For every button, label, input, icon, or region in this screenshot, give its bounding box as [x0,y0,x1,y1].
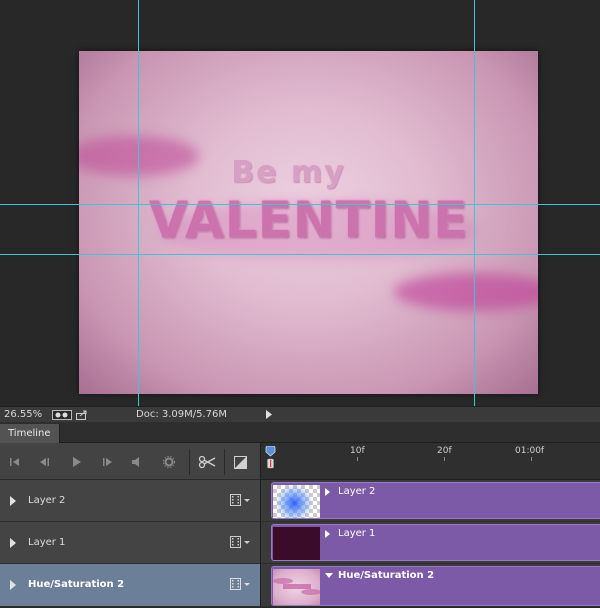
document-canvas-area[interactable]: Be my VALENTINE [0,0,600,406]
clip-layer-2[interactable]: Layer 2 [271,482,600,519]
status-menu-arrow-icon[interactable] [266,410,272,422]
clip-thumbnail [273,527,320,560]
playhead-icon[interactable] [265,446,276,476]
transition-icon[interactable] [233,455,247,469]
artwork-subtitle: Be my [231,155,346,190]
divider [224,449,225,475]
clip-label: Layer 1 [338,528,376,539]
glitter-right [394,273,538,311]
clip-hue-saturation-2[interactable]: Hue/Saturation 2 [271,566,600,606]
clip-thumbnail [273,485,320,518]
horizontal-guide[interactable] [0,254,600,255]
document-profile-icon[interactable] [52,410,72,420]
share-icon[interactable] [76,410,88,420]
ruler-label: 01:00f [515,446,545,456]
previous-frame-icon[interactable] [38,455,52,469]
expand-triangle-icon[interactable] [10,538,16,548]
artwork-image: Be my VALENTINE [79,51,538,394]
horizontal-guide[interactable] [0,204,600,205]
zoom-level[interactable]: 26.55% [4,409,42,420]
ruler-tick [357,457,358,461]
go-to-first-frame-icon[interactable] [8,455,22,469]
panel-tab-strip: Timeline [0,422,600,443]
layer-name: Layer 2 [28,495,66,506]
tab-timeline[interactable]: Timeline [0,424,60,443]
vertical-guide[interactable] [474,0,475,406]
clip-layer-1[interactable]: Layer 1 [271,524,600,561]
track-layer-1: Layer 1 [260,522,600,564]
layer-row-hue-saturation-2[interactable]: Hue/Saturation 2 [0,564,260,607]
film-menu-icon[interactable] [230,536,252,548]
track-layer-2: Layer 2 [260,480,600,522]
divider [189,449,190,475]
film-menu-icon[interactable] [230,578,252,590]
ruler-tick [531,457,532,461]
play-icon[interactable] [70,455,84,469]
playback-controls [0,443,260,480]
layer-name: Hue/Saturation 2 [28,579,125,590]
clip-label: Layer 2 [338,486,376,497]
expand-triangle-icon[interactable] [10,496,16,506]
ruler-label: 10f [350,446,365,456]
layer-row-layer-1[interactable]: Layer 1 [0,522,260,564]
next-frame-icon[interactable] [100,455,114,469]
split-scissors-icon[interactable] [198,455,216,469]
audio-icon[interactable] [130,455,144,469]
settings-icon[interactable] [162,455,176,469]
status-bar: 26.55% Doc: 3.09M/5.76M [0,406,600,422]
clip-collapse-icon[interactable] [325,573,333,578]
layer-name: Layer 1 [28,537,66,548]
ruler-tick [444,457,445,461]
time-ruler[interactable]: 10f 20f 01:00f [260,443,600,480]
film-menu-icon[interactable] [230,494,252,506]
artwork-title: VALENTINE [148,191,469,249]
clip-expand-icon[interactable] [325,488,330,496]
track-hue-saturation-2: Hue/Saturation 2 [260,564,600,607]
document-size: Doc: 3.09M/5.76M [136,409,228,420]
layer-row-layer-2[interactable]: Layer 2 [0,480,260,522]
clip-expand-icon[interactable] [325,530,330,538]
vertical-guide[interactable] [138,0,139,406]
clip-thumbnail [273,569,321,605]
ruler-label: 20f [437,446,452,456]
timeline-panel: Timeline 10f 20f 01:00f Layer 2 Layer 2 … [0,422,600,607]
clip-label: Hue/Saturation 2 [338,570,435,581]
expand-triangle-icon[interactable] [10,580,16,590]
